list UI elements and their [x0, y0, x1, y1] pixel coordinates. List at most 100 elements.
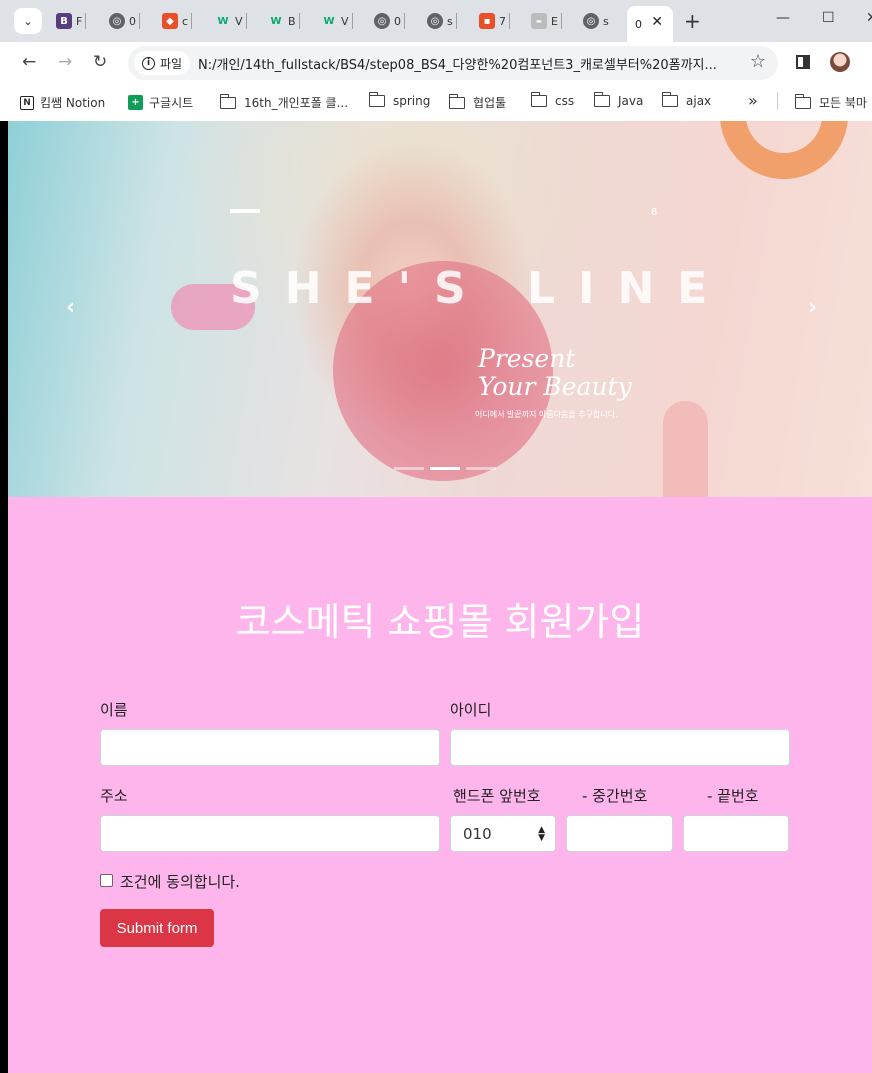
maximize-icon[interactable]: ☐ — [822, 10, 835, 26]
close-icon[interactable]: ✕ — [651, 14, 663, 30]
bookmark-label: css — [555, 94, 575, 108]
tab-title: E — [551, 14, 558, 28]
app-icon: ▪ — [479, 13, 495, 29]
bookmark-label: 모든 북마 — [819, 96, 867, 110]
phone-last-input[interactable] — [683, 815, 789, 852]
tab-6[interactable]: ◎ 0 — [374, 9, 405, 33]
address-label: 주소 — [100, 787, 128, 805]
phone-mid-label: - 중간번호 — [582, 787, 648, 805]
bookmark-label: ajax — [686, 94, 712, 108]
bookmark-folder-java[interactable]: Java — [593, 92, 644, 108]
white-dash-decoration — [230, 209, 260, 213]
site-info-button[interactable]: i 파일 — [134, 51, 191, 75]
agree-label[interactable]: 조건에 동의합니다. — [120, 871, 240, 892]
globe-icon: ◎ — [427, 13, 443, 29]
folder-icon — [593, 92, 610, 107]
carousel-indicator[interactable] — [394, 467, 424, 470]
tab-0[interactable]: B F — [56, 9, 87, 33]
all-bookmarks-button[interactable]: 모든 북마 — [794, 93, 867, 111]
page-title: 코스메틱 쇼핑몰 회원가입 — [235, 600, 645, 644]
new-tab-button[interactable]: + — [684, 9, 701, 33]
app-icon: ▬ — [531, 13, 547, 29]
phone-prefix-label: 핸드폰 앞번호 — [453, 787, 541, 805]
info-icon: i — [142, 56, 155, 70]
select-value: 010 — [463, 825, 492, 843]
tab-10[interactable]: ◎ s — [583, 9, 609, 33]
folder-icon — [368, 92, 385, 107]
bookmark-label: 협업툴 — [473, 96, 507, 110]
side-panel-icon[interactable] — [796, 55, 810, 69]
tab-title: B — [288, 14, 296, 28]
star-icon[interactable]: ☆ — [750, 51, 766, 72]
globe-icon: ◎ — [583, 13, 599, 29]
bookmark-folder-collab[interactable]: 협업툴 — [448, 93, 507, 111]
agree-checkbox[interactable] — [100, 874, 113, 887]
address-input[interactable] — [100, 815, 440, 852]
carousel-indicator-active[interactable] — [430, 467, 460, 470]
tab-4[interactable]: W B — [268, 9, 300, 33]
bookmark-label: 구글시트 — [149, 96, 194, 110]
tab-active[interactable]: 0 ✕ — [627, 6, 673, 42]
bookmark-label: Java — [618, 94, 644, 108]
tab-9[interactable]: ▬ E — [531, 9, 562, 33]
sheets-icon: + — [128, 95, 143, 110]
url-text[interactable]: N:/개인/14th_fullstack/BS4/step08_BS4_다양한%… — [198, 54, 738, 73]
bookmark-notion[interactable]: N 킴쌤 Notion — [20, 94, 105, 111]
avatar[interactable] — [830, 52, 850, 72]
bookmark-folder-portfolio[interactable]: 16th_개인포폴 클... — [219, 93, 349, 111]
carousel: 8 SHE'S LINE Present Your Beauty 어디에서 발끝… — [8, 121, 872, 497]
tagline-line-1: Present — [478, 344, 576, 373]
submit-button[interactable]: Submit form — [100, 909, 214, 947]
phone-mid-input[interactable] — [566, 815, 673, 852]
tagline-line-2: Your Beauty — [478, 372, 632, 401]
bookmark-sheets[interactable]: + 구글시트 — [128, 94, 193, 111]
carousel-subtext: 어디에서 발끝까지 아름다움을 추구합니다. — [475, 410, 618, 419]
tab-1[interactable]: ◎ 0 — [109, 9, 140, 33]
w3-icon: W — [323, 15, 335, 27]
folder-icon — [661, 92, 678, 107]
carousel-prev-button[interactable]: ‹ — [66, 295, 75, 320]
tab-title: s — [447, 14, 453, 28]
tab-8[interactable]: ▪ 7 — [479, 9, 510, 33]
tab-title: c — [182, 14, 189, 28]
tab-search-button[interactable]: ⌄ — [14, 8, 42, 34]
globe-icon: ◎ — [109, 13, 125, 29]
forward-icon[interactable]: → — [58, 52, 72, 72]
bookmarks-bar: N 킴쌤 Notion + 구글시트 16th_개인포폴 클... spring… — [0, 86, 872, 121]
name-label: 이름 — [100, 701, 128, 719]
tab-5[interactable]: W V — [321, 9, 353, 33]
carousel-tagline: Present Your Beauty — [478, 345, 632, 401]
name-input[interactable] — [100, 729, 440, 766]
tab-2[interactable]: ◆ c — [162, 9, 193, 33]
minimize-icon[interactable]: — — [776, 10, 790, 26]
window-close-icon[interactable]: ✕ — [866, 10, 872, 26]
soft-pill-decoration — [663, 401, 708, 497]
folder-icon — [794, 93, 811, 109]
small-mark: 8 — [651, 207, 658, 218]
bookmarks-overflow-button[interactable]: » — [748, 91, 758, 110]
tab-title: 0 — [129, 14, 136, 28]
carousel-indicator[interactable] — [466, 467, 496, 470]
tab-title: 0 — [394, 14, 401, 28]
notion-icon: N — [20, 95, 34, 110]
bookmark-folder-ajax[interactable]: ajax — [661, 92, 712, 108]
page-content: 8 SHE'S LINE Present Your Beauty 어디에서 발끝… — [8, 121, 872, 1073]
phone-prefix-select[interactable]: 010 ▲ ▼ — [450, 815, 556, 852]
address-bar[interactable]: i 파일 N:/개인/14th_fullstack/BS4/step08_BS4… — [128, 46, 778, 80]
tab-title: V — [341, 14, 349, 28]
tab-3[interactable]: W V — [215, 9, 247, 33]
bookmark-label: spring — [393, 94, 431, 108]
tab-title: V — [235, 14, 243, 28]
carousel-next-button[interactable]: › — [808, 295, 817, 320]
reload-icon[interactable]: ↻ — [93, 52, 107, 72]
tab-7[interactable]: ◎ s — [427, 9, 457, 33]
w3-icon: W — [217, 15, 229, 27]
bookmark-label: 16th_개인포폴 클... — [244, 96, 349, 110]
id-input[interactable] — [450, 729, 790, 766]
back-icon[interactable]: ← — [22, 52, 36, 72]
bookmark-folder-css[interactable]: css — [530, 92, 575, 108]
id-label: 아이디 — [450, 701, 492, 719]
bookmark-folder-spring[interactable]: spring — [368, 92, 431, 108]
shield-icon: ◆ — [162, 13, 178, 29]
bookmarks-divider — [777, 92, 778, 110]
